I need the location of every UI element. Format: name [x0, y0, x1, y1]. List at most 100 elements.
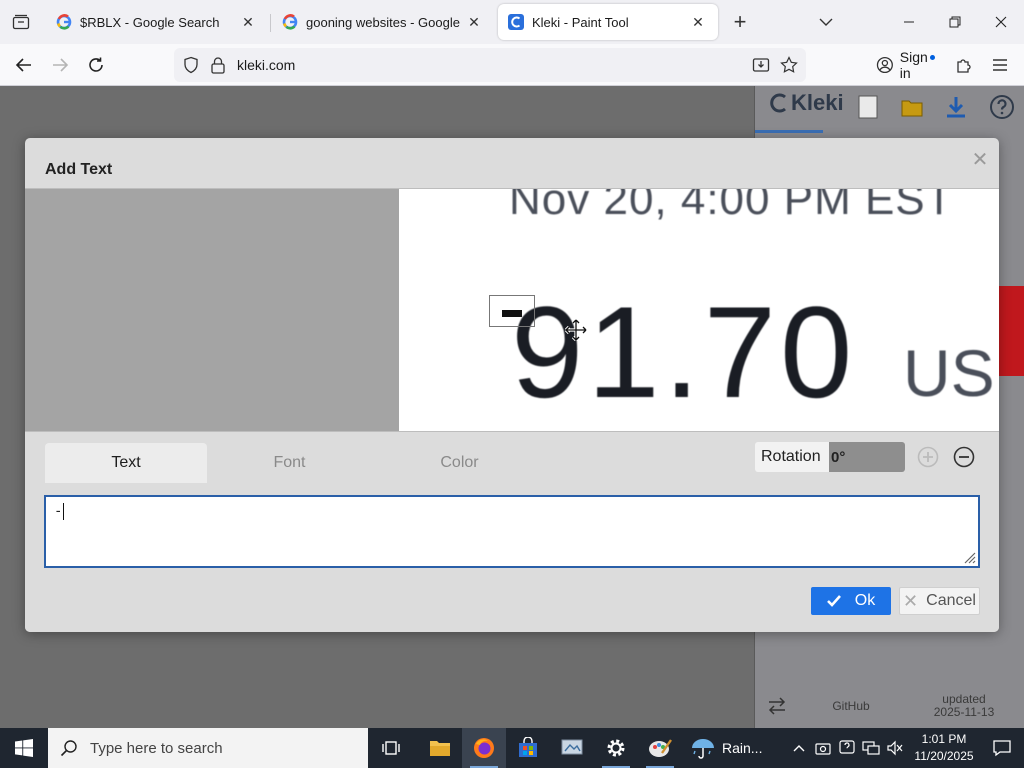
close-window-button[interactable] — [978, 0, 1024, 44]
kleki-logo[interactable]: Kleki — [769, 90, 844, 116]
file-explorer-taskbar[interactable] — [418, 728, 462, 768]
github-link[interactable]: GitHub — [799, 699, 903, 713]
extensions-button[interactable] — [948, 49, 980, 81]
lock-icon — [211, 57, 225, 74]
shield-icon — [184, 56, 198, 74]
side-panel-footer: GitHub updated 2025-11-13 — [755, 684, 1024, 728]
weather-label: Rain... — [722, 740, 763, 756]
cancel-button[interactable]: ✕ Cancel — [899, 587, 980, 615]
text-input[interactable]: - — [44, 495, 980, 568]
firefox-taskbar[interactable] — [462, 728, 506, 768]
restore-icon — [949, 16, 961, 28]
tray-help[interactable] — [836, 728, 858, 768]
kleki-logo-text: Kleki — [791, 90, 844, 115]
zoom-in-button[interactable] — [913, 442, 943, 472]
firefox-icon — [474, 738, 494, 758]
updated-date: 2025-11-13 — [933, 705, 995, 719]
zoom-out-button[interactable] — [949, 442, 979, 472]
list-all-tabs-button[interactable] — [0, 0, 42, 44]
plus-icon: + — [733, 9, 747, 34]
tray-network[interactable] — [860, 728, 882, 768]
canvas-date-text: Nov 20, 4:00 PM EST — [509, 189, 954, 224]
tab-font[interactable]: Font — [207, 443, 372, 483]
tray-volume[interactable] — [884, 728, 906, 768]
rotation-label: Rotation — [755, 442, 829, 472]
updated-info: updated 2025-11-13 — [903, 693, 1024, 719]
minimize-button[interactable] — [886, 0, 932, 44]
arrow-left-icon — [15, 58, 31, 72]
close-tab-icon[interactable]: ✕ — [688, 12, 708, 32]
ok-button[interactable]: Ok — [811, 587, 891, 615]
tab-kleki[interactable]: Kleki - Paint Tool ✕ — [498, 4, 718, 40]
swap-side-button[interactable] — [755, 697, 799, 715]
task-view-button[interactable] — [370, 728, 414, 768]
menu-button[interactable] — [984, 49, 1016, 81]
rotation-control[interactable]: Rotation 0° — [755, 442, 905, 472]
tab-text[interactable]: Text — [45, 443, 207, 483]
swap-arrows-icon — [768, 697, 786, 715]
close-tab-icon[interactable]: ✕ — [464, 12, 484, 32]
tab-rblx-search[interactable]: $RBLX - Google Search ✕ — [46, 4, 268, 40]
monitor-app-icon — [561, 739, 583, 755]
tabs-dropdown-button[interactable] — [812, 8, 840, 36]
close-tab-icon[interactable]: ✕ — [238, 12, 258, 32]
new-tab-button[interactable]: + — [726, 8, 754, 36]
network-icon — [862, 741, 880, 755]
forward-button[interactable] — [44, 49, 76, 81]
bookmark-star-icon[interactable] — [780, 56, 798, 74]
tab-title: Kleki - Paint Tool — [532, 14, 629, 30]
start-button[interactable] — [0, 728, 48, 768]
text-placement-box[interactable] — [489, 295, 535, 327]
store-taskbar[interactable] — [506, 728, 550, 768]
help-question-icon — [990, 95, 1014, 119]
resize-grip-icon[interactable] — [962, 550, 976, 564]
chevron-up-icon — [793, 745, 805, 752]
text-preview[interactable]: Nov 20, 4:00 PM EST 91.70 US — [25, 188, 999, 432]
settings-taskbar[interactable] — [594, 728, 638, 768]
account-icon — [876, 56, 893, 74]
close-icon — [995, 16, 1007, 28]
maximize-button[interactable] — [932, 0, 978, 44]
google-g-icon — [282, 14, 298, 30]
url-text: kleki.com — [237, 57, 296, 73]
sign-in-button[interactable]: Sign in — [870, 49, 942, 81]
minimize-icon — [904, 21, 914, 23]
address-bar[interactable]: kleki.com — [174, 48, 806, 82]
notification-center-button[interactable] — [980, 728, 1024, 768]
weather-widget[interactable]: Rain... — [690, 728, 762, 768]
tab-gooning-search[interactable]: gooning websites - Google Search ✕ — [272, 4, 494, 40]
camera-icon — [815, 743, 831, 755]
open-image-button[interactable] — [897, 92, 927, 122]
text-input-value: - — [54, 503, 63, 520]
notification-dot — [930, 55, 935, 60]
paint-taskbar[interactable] — [638, 728, 682, 768]
canvas-image[interactable]: Nov 20, 4:00 PM EST 91.70 US — [399, 189, 999, 431]
install-app-icon[interactable] — [752, 56, 770, 74]
show-hidden-icons-button[interactable] — [788, 728, 810, 768]
task-view-icon — [382, 741, 400, 755]
taskbar-search[interactable]: Type here to search — [48, 728, 368, 768]
search-placeholder: Type here to search — [90, 739, 223, 757]
umbrella-rain-icon — [692, 739, 714, 759]
tab-list-icon — [12, 14, 30, 30]
save-download-button[interactable] — [941, 92, 971, 122]
google-g-icon — [56, 14, 72, 30]
notification-icon — [993, 740, 1011, 757]
back-button[interactable] — [8, 49, 40, 81]
tray-camera[interactable] — [812, 728, 834, 768]
rotation-value[interactable]: 0° — [829, 442, 905, 472]
dialog-title: Add Text — [45, 161, 113, 178]
clock-date: 11/20/2025 — [914, 749, 974, 763]
blank-page-icon — [858, 95, 878, 119]
help-button[interactable] — [987, 92, 1017, 122]
tab-color[interactable]: Color — [372, 443, 547, 483]
dialog-close-button[interactable]: ✕ — [969, 148, 991, 171]
help-chat-icon — [839, 740, 855, 754]
navigation-toolbar: kleki.com Sign in — [0, 44, 1024, 86]
new-image-button[interactable] — [853, 92, 883, 122]
canvas-amount-text: 91.70 — [511, 279, 857, 425]
sign-in-label: Sign in — [899, 49, 928, 81]
system-clock[interactable]: 1:01 PM 11/20/2025 — [910, 731, 978, 765]
reload-button[interactable] — [80, 49, 112, 81]
app-taskbar[interactable] — [550, 728, 594, 768]
